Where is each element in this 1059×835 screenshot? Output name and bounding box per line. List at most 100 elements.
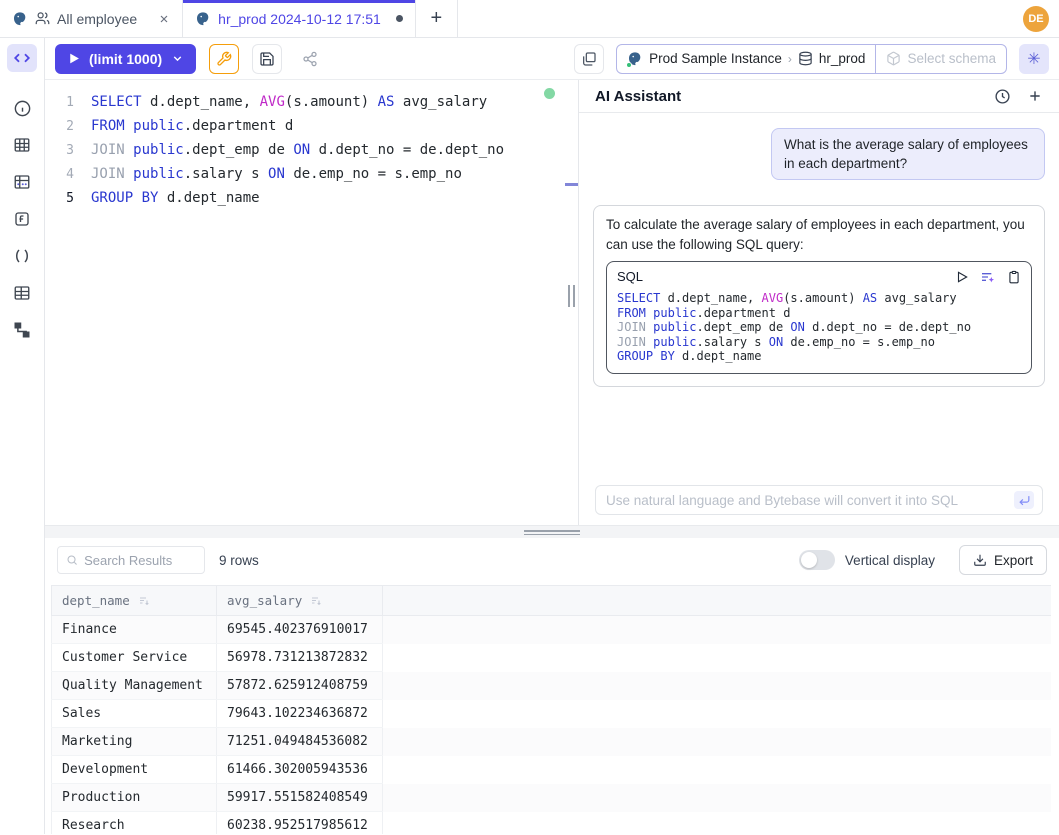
column-header-dept_name[interactable]: dept_name: [52, 586, 217, 616]
insert-sql-icon[interactable]: [980, 269, 996, 285]
ai-header: AI Assistant: [579, 80, 1059, 113]
sidebar-item-external-tables[interactable]: [7, 279, 37, 307]
play-icon: [67, 52, 80, 65]
run-sql-icon[interactable]: [955, 270, 969, 284]
new-chat-icon[interactable]: [1027, 88, 1043, 104]
table-row: Production59917.551582408549: [52, 784, 1052, 812]
connection-selector: Prod Sample Instance › hr_prod Select sc…: [616, 44, 1007, 74]
table-row: Finance69545.402376910017: [52, 616, 1052, 644]
editor-line: 5GROUP BY d.dept_name: [45, 186, 565, 210]
table-cell[interactable]: 69545.402376910017: [217, 616, 383, 644]
editor-line: 2FROM public.department d: [45, 114, 565, 138]
table-cell[interactable]: Marketing: [52, 728, 217, 756]
table-cell[interactable]: 79643.102234636872: [217, 700, 383, 728]
new-tab-button[interactable]: +: [416, 0, 458, 37]
history-icon[interactable]: [994, 88, 1011, 105]
table-cell[interactable]: Quality Management: [52, 672, 217, 700]
enter-icon[interactable]: [1014, 491, 1034, 509]
tab-label: All employee: [57, 11, 137, 27]
database-selector[interactable]: Prod Sample Instance › hr_prod: [617, 45, 875, 73]
table-cell-filler: [383, 672, 1052, 700]
openai-button[interactable]: ✳: [1019, 44, 1049, 74]
unsaved-dot-icon: [396, 15, 403, 22]
status-dot: [626, 62, 632, 68]
copy-icon[interactable]: [1007, 270, 1021, 284]
table-cell[interactable]: 57872.625912408759: [217, 672, 383, 700]
table-cell[interactable]: 60238.952517985612: [217, 812, 383, 835]
ai-input-container: [595, 485, 1043, 515]
results-grid: dept_nameavg_salary Finance69545.4023769…: [51, 585, 1059, 834]
sidebar-item-schema-diagram[interactable]: [7, 316, 37, 344]
table-cell-filler: [383, 812, 1052, 835]
sql-code-block: SQL: [606, 261, 1032, 374]
search-results-input[interactable]: [84, 553, 196, 568]
table-row: Quality Management57872.625912408759: [52, 672, 1052, 700]
search-results-box: [57, 546, 205, 574]
assistant-message: To calculate the average salary of emplo…: [593, 205, 1045, 387]
vertical-display-toggle[interactable]: [799, 550, 835, 570]
ai-prompt-input[interactable]: [606, 493, 1014, 508]
splitter-grip: [524, 530, 580, 535]
database-name: hr_prod: [819, 51, 866, 66]
chat-messages: What is the average salary of employees …: [579, 113, 1059, 485]
editor-line: 3JOIN public.dept_emp de ON d.dept_no = …: [45, 138, 565, 162]
wrench-button[interactable]: [209, 44, 239, 74]
results-toolbar: 9 rows Vertical display Export: [45, 545, 1059, 575]
instance-name: Prod Sample Instance: [649, 51, 782, 66]
postgres-icon: [627, 51, 643, 67]
table-cell-filler: [383, 728, 1052, 756]
share-button[interactable]: [295, 44, 325, 74]
table-cell[interactable]: Production: [52, 784, 217, 812]
assistant-text: To calculate the average salary of emplo…: [606, 217, 1025, 252]
table-cell[interactable]: Development: [52, 756, 217, 784]
table-cell[interactable]: 59917.551582408549: [217, 784, 383, 812]
sidebar-item-functions[interactable]: [7, 205, 37, 233]
postgres-icon: [12, 11, 28, 27]
horizontal-splitter[interactable]: [45, 525, 1059, 538]
run-query-button[interactable]: (limit 1000): [55, 44, 196, 74]
download-icon: [973, 553, 987, 567]
sidebar-item-sql-editor[interactable]: [7, 44, 37, 72]
scroll-indicator: [565, 183, 578, 186]
grid-body: Finance69545.402376910017Customer Servic…: [52, 616, 1052, 835]
editor-toolbar: (limit 1000): [45, 38, 1059, 80]
ai-assistant-panel: AI Assistant What is the average salary …: [578, 80, 1059, 525]
avatar[interactable]: DE: [1023, 6, 1049, 32]
table-cell-filler: [383, 616, 1052, 644]
sidebar-item-procedures[interactable]: [7, 242, 37, 270]
sidebar-item-info[interactable]: [7, 94, 37, 122]
chevron-right-icon: ›: [788, 52, 792, 66]
tab-hr-prod[interactable]: hr_prod 2024-10-12 17:51: [183, 0, 416, 37]
grid-header-row: dept_nameavg_salary: [52, 586, 1052, 616]
vertical-splitter[interactable]: [565, 80, 578, 525]
results-panel: 9 rows Vertical display Export dept_name…: [45, 538, 1059, 834]
sql-editor[interactable]: 1SELECT d.dept_name, AVG(s.amount) AS av…: [45, 80, 565, 525]
table-cell[interactable]: Research: [52, 812, 217, 835]
table-cell[interactable]: Customer Service: [52, 644, 217, 672]
editor-line: 1SELECT d.dept_name, AVG(s.amount) AS av…: [45, 90, 565, 114]
sidebar-item-tables[interactable]: [7, 131, 37, 159]
editor-line: 4JOIN public.salary s ON de.emp_no = s.e…: [45, 162, 565, 186]
tab-all-employee[interactable]: All employee: [0, 0, 183, 37]
table-cell[interactable]: 71251.049484536082: [217, 728, 383, 756]
sidebar-item-views[interactable]: [7, 168, 37, 196]
table-row: Sales79643.102234636872: [52, 700, 1052, 728]
batch-mode-button[interactable]: [574, 44, 604, 74]
code-line: FROM public.department d: [617, 306, 1021, 321]
table-cell[interactable]: Sales: [52, 700, 217, 728]
export-button[interactable]: Export: [959, 545, 1047, 575]
table-row: Development61466.302005943536: [52, 756, 1052, 784]
code-line: JOIN public.dept_emp de ON d.dept_no = d…: [617, 320, 1021, 335]
row-count: 9 rows: [219, 553, 259, 568]
close-tab-icon[interactable]: [158, 13, 170, 25]
table-row: Customer Service56978.731213872832: [52, 644, 1052, 672]
save-button[interactable]: [252, 44, 282, 74]
schema-selector[interactable]: Select schema: [875, 45, 1006, 73]
active-tab-indicator: [183, 0, 415, 3]
column-header-avg_salary[interactable]: avg_salary: [217, 586, 383, 616]
table-cell[interactable]: 61466.302005943536: [217, 756, 383, 784]
vertical-display-label: Vertical display: [845, 553, 935, 568]
search-icon: [66, 553, 78, 567]
table-cell[interactable]: Finance: [52, 616, 217, 644]
table-cell[interactable]: 56978.731213872832: [217, 644, 383, 672]
